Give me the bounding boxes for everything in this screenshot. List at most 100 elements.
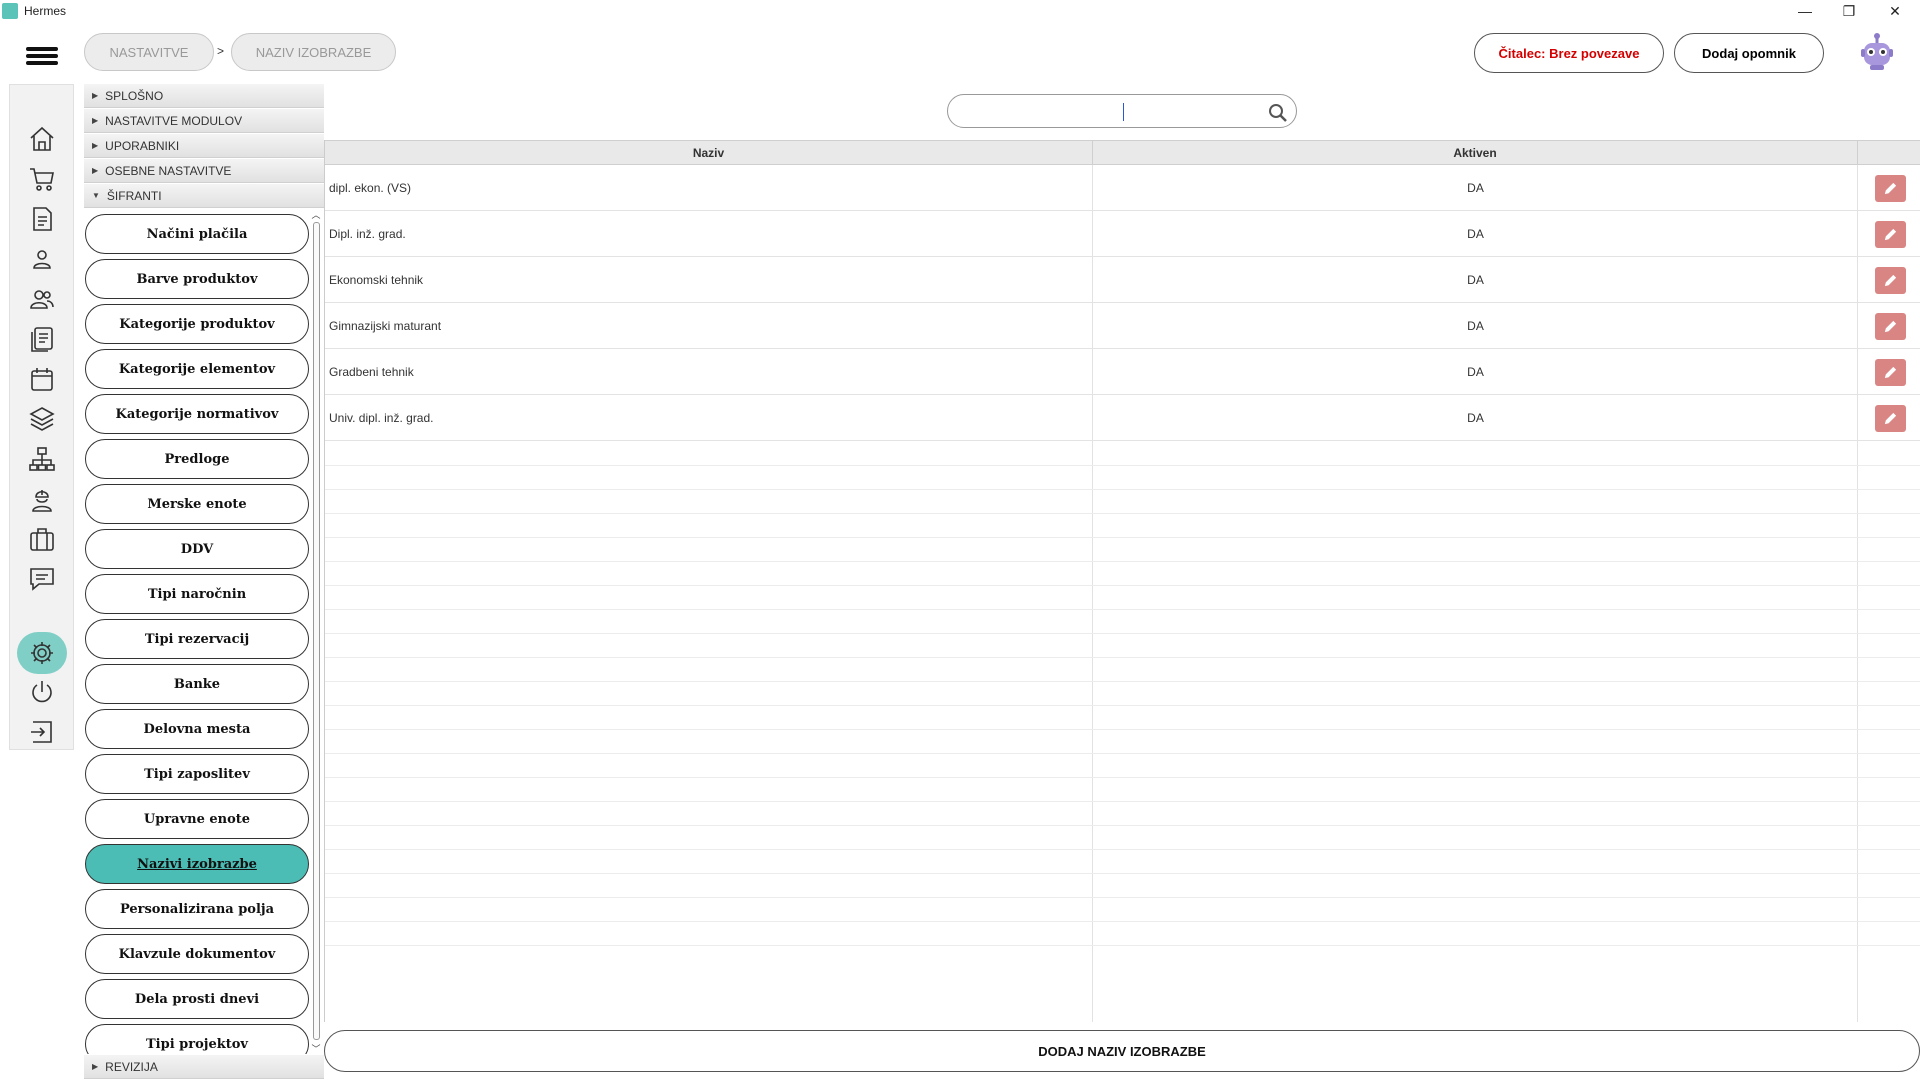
breadcrumb-separator: > <box>217 44 225 58</box>
sifranti-item[interactable]: DDV <box>85 529 309 569</box>
sifranti-item[interactable]: Banke <box>85 664 309 704</box>
empty-table-row <box>325 754 1920 778</box>
chat-icon[interactable] <box>26 563 58 595</box>
sifranti-item[interactable]: Kategorije produktov <box>85 304 309 344</box>
section-revizija[interactable]: ▶ REVIZIJA <box>84 1055 324 1079</box>
edit-button[interactable] <box>1875 175 1906 202</box>
scroll-down-icon[interactable]: ﹀ <box>310 1042 322 1055</box>
sifranti-item[interactable]: Tipi projektov <box>85 1024 309 1054</box>
hamburger-menu-icon[interactable] <box>22 44 62 74</box>
sifranti-item[interactable]: Kategorije elementov <box>85 349 309 389</box>
edit-button[interactable] <box>1875 313 1906 340</box>
pencil-icon <box>1884 366 1897 379</box>
documents-icon[interactable] <box>26 323 58 355</box>
sifranti-list: Načini plačila Barve produktov Kategorij… <box>84 208 324 1054</box>
section-sifranti[interactable]: ▼ ŠIFRANTI <box>84 184 324 208</box>
sifranti-item[interactable]: Kategorije normativov <box>85 394 309 434</box>
restore-button[interactable]: ❐ <box>1826 0 1872 22</box>
triangle-right-icon: ▶ <box>92 1062 99 1071</box>
sifranti-item[interactable]: Predloge <box>85 439 309 479</box>
table-row[interactable]: Gradbeni tehnik DA <box>325 349 1920 395</box>
sifranti-item[interactable]: Personalizirana polja <box>85 889 309 929</box>
sifranti-item[interactable]: Dela prosti dnevi <box>85 979 309 1019</box>
pencil-icon <box>1884 412 1897 425</box>
table-row[interactable]: dipl. ekon. (VS) DA <box>325 165 1920 211</box>
sifranti-item[interactable]: Barve produktov <box>85 259 309 299</box>
section-label: OSEBNE NASTAVITVE <box>105 163 232 178</box>
cell-naziv: Gimnazijski maturant <box>329 319 442 333</box>
sifranti-item[interactable]: Klavzule dokumentov <box>85 934 309 974</box>
table-row[interactable]: Univ. dipl. inž. grad. DA <box>325 395 1920 441</box>
edit-button[interactable] <box>1875 405 1906 432</box>
org-chart-icon[interactable] <box>26 443 58 475</box>
sifranti-item[interactable]: Tipi rezervacij <box>85 619 309 659</box>
data-table: Naziv Aktiven dipl. ekon. (VS) DA Dipl. … <box>324 140 1920 1022</box>
column-header-naziv[interactable]: Naziv <box>325 141 1093 164</box>
sifranti-item[interactable]: Merske enote <box>85 484 309 524</box>
section-uporabniki[interactable]: ▶ UPORABNIKI <box>84 134 324 158</box>
home-icon[interactable] <box>26 123 58 155</box>
cell-aktiven: DA <box>1467 411 1484 425</box>
text-caret <box>1123 103 1124 121</box>
users-icon[interactable] <box>26 283 58 315</box>
scroll-thumb[interactable] <box>313 222 320 1040</box>
search-input[interactable] <box>947 94 1297 128</box>
calendar-icon[interactable] <box>26 363 58 395</box>
table-header: Naziv Aktiven <box>325 140 1920 165</box>
add-education-title-button[interactable]: DODAJ NAZIV IZOBRAZBE <box>324 1030 1920 1072</box>
edit-button[interactable] <box>1875 221 1906 248</box>
edit-button[interactable] <box>1875 267 1906 294</box>
empty-table-row <box>325 898 1920 922</box>
avatar[interactable] <box>1859 32 1895 72</box>
empty-table-row <box>325 682 1920 706</box>
section-label: ŠIFRANTI <box>106 188 162 203</box>
section-splosno[interactable]: ▶ SPLOŠNO <box>84 84 324 108</box>
edit-button[interactable] <box>1875 359 1906 386</box>
table-row[interactable]: Ekonomski tehnik DA <box>325 257 1920 303</box>
triangle-right-icon: ▶ <box>92 141 99 150</box>
sifranti-scrollbar[interactable]: ︿ ﹀ <box>310 208 322 1054</box>
add-reminder-button[interactable]: Dodaj opomnik <box>1674 33 1824 73</box>
empty-table-row <box>325 826 1920 850</box>
cell-naziv: Univ. dipl. inž. grad. <box>329 411 434 425</box>
minimize-button[interactable]: — <box>1782 0 1828 22</box>
scroll-up-icon[interactable]: ︿ <box>310 208 322 221</box>
invoice-icon[interactable] <box>26 203 58 235</box>
logout-icon[interactable] <box>26 716 58 748</box>
cell-aktiven: DA <box>1467 227 1484 241</box>
cell-aktiven: DA <box>1467 181 1484 195</box>
sifranti-item[interactable]: Tipi zaposlitev <box>85 754 309 794</box>
window-title: Hermes <box>24 4 67 18</box>
sifranti-item[interactable]: Delovna mesta <box>85 709 309 749</box>
table-row[interactable]: Gimnazijski maturant DA <box>325 303 1920 349</box>
empty-table-row <box>325 610 1920 634</box>
close-button[interactable]: ✕ <box>1872 0 1918 22</box>
sifranti-item[interactable]: Upravne enote <box>85 799 309 839</box>
person-icon[interactable] <box>26 243 58 275</box>
pencil-icon <box>1884 182 1897 195</box>
table-row[interactable]: Dipl. inž. grad. DA <box>325 211 1920 257</box>
triangle-right-icon: ▶ <box>92 91 99 100</box>
breadcrumb-current[interactable]: NAZIV IZOBRAZBE <box>231 33 396 71</box>
worker-icon[interactable] <box>26 483 58 515</box>
triangle-right-icon: ▶ <box>92 166 99 175</box>
empty-table-row <box>325 778 1920 802</box>
cell-aktiven: DA <box>1467 365 1484 379</box>
sifranti-item[interactable]: Tipi naročnin <box>85 574 309 614</box>
power-icon[interactable] <box>26 676 58 708</box>
section-moduli[interactable]: ▶ NASTAVITVE MODULOV <box>84 109 324 133</box>
empty-table-row <box>325 658 1920 682</box>
card-reader-status-button[interactable]: Čitalec: Brez povezave <box>1474 33 1664 73</box>
gear-icon[interactable] <box>17 632 67 674</box>
sifranti-item[interactable]: Načini plačila <box>85 214 309 254</box>
breadcrumb-settings[interactable]: NASTAVITVE <box>84 33 214 71</box>
search-icon[interactable] <box>1268 103 1288 123</box>
sifranti-item-active[interactable]: Nazivi izobrazbe <box>85 844 309 884</box>
section-label: REVIZIJA <box>105 1059 158 1074</box>
cart-icon[interactable] <box>26 163 58 195</box>
section-osebne[interactable]: ▶ OSEBNE NASTAVITVE <box>84 159 324 183</box>
layers-icon[interactable] <box>26 403 58 435</box>
empty-table-row <box>325 490 1920 514</box>
column-header-aktiven[interactable]: Aktiven <box>1093 141 1858 164</box>
briefcase-icon[interactable] <box>26 523 58 555</box>
